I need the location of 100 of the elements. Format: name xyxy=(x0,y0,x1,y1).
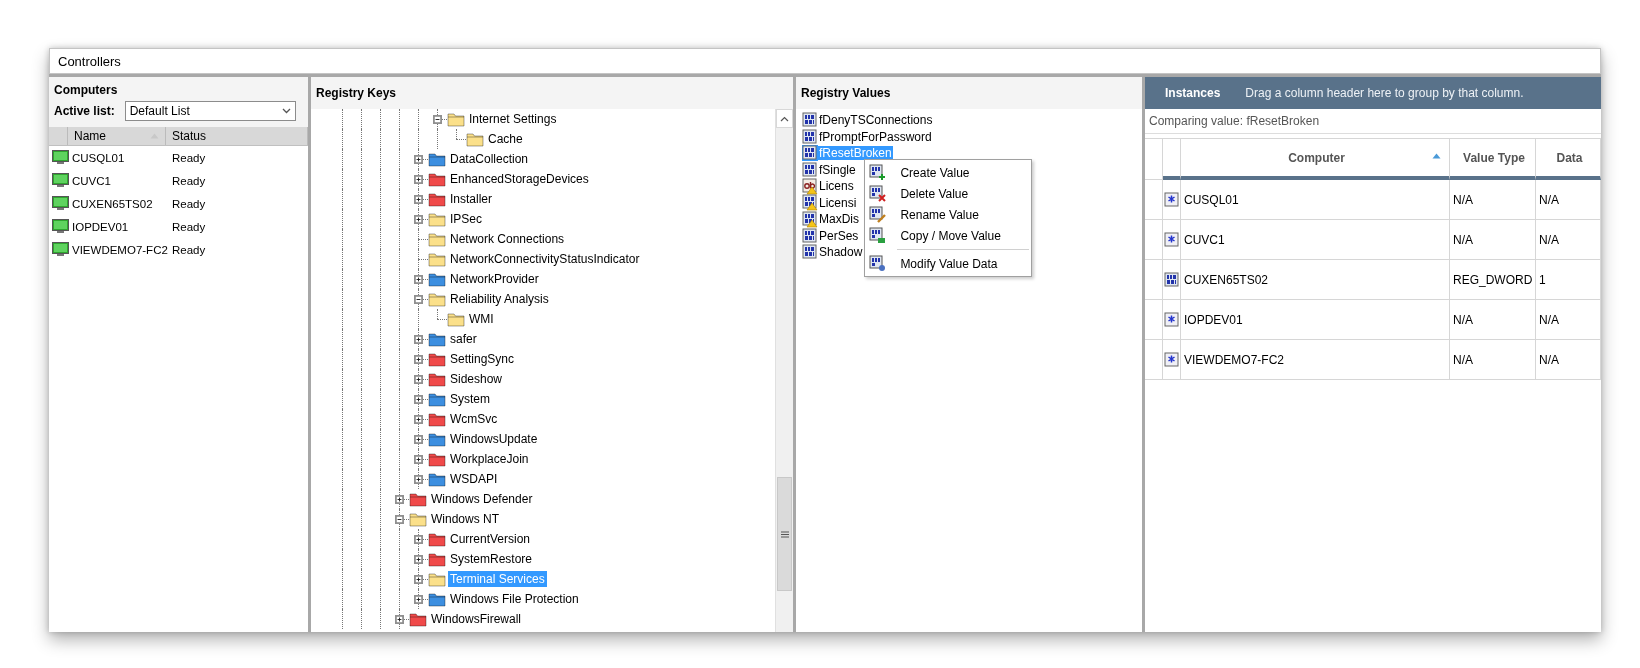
tree-item[interactable]: Cache xyxy=(486,131,525,147)
collapse-button[interactable] xyxy=(414,295,423,304)
binary-value-icon xyxy=(802,227,818,244)
tree-item[interactable]: Windows File Protection xyxy=(448,591,581,607)
menu-item[interactable]: Create Value xyxy=(865,162,1032,183)
table-cell: Ready xyxy=(172,151,206,164)
table-cell: REG_DWORD xyxy=(1453,272,1533,287)
tree-item[interactable]: WindowsUpdate xyxy=(448,431,540,447)
collapse-button[interactable] xyxy=(433,115,442,124)
dropdown[interactable]: Default List xyxy=(124,101,296,121)
table-cell-text: VIEWDEMO7-FC2 xyxy=(71,243,169,256)
monitor-icon xyxy=(52,150,69,165)
tree-item[interactable]: WorkplaceJoin xyxy=(448,451,531,467)
tree-item[interactable]: WcmSvc xyxy=(448,411,500,427)
table-cell: CUXEN65TS02 xyxy=(1184,272,1269,287)
table-cell: CUSQL01 xyxy=(1184,192,1239,207)
menu-item[interactable]: Copy / Move Value xyxy=(865,225,1032,246)
expand-button[interactable] xyxy=(414,535,423,544)
scrollbar-thumb[interactable] xyxy=(777,477,792,591)
tree-item[interactable]: safer xyxy=(448,331,479,347)
tree-item[interactable]: Network Connections xyxy=(448,231,567,247)
binary-value-icon xyxy=(1163,271,1180,288)
comparing-label: Comparing value: fResetBroken xyxy=(1145,109,1601,134)
tree-item[interactable]: System xyxy=(448,391,492,407)
menu-item[interactable]: Rename Value xyxy=(865,204,1032,225)
expand-button[interactable] xyxy=(414,435,423,444)
expand-button[interactable] xyxy=(414,595,423,604)
collapse-button[interactable] xyxy=(395,515,404,524)
star-document-icon xyxy=(1163,311,1180,328)
tree-item[interactable]: Windows Defender xyxy=(429,491,535,507)
tree-item[interactable]: WSDAPI xyxy=(448,471,500,487)
expand-button[interactable] xyxy=(395,615,404,624)
table-cell: N/A xyxy=(1539,312,1559,327)
table-cell: N/A xyxy=(1539,192,1559,207)
expand-button[interactable] xyxy=(414,275,423,284)
tree-item[interactable]: EnhancedStorageDevices xyxy=(448,171,591,187)
expand-button[interactable] xyxy=(414,355,423,364)
expand-button[interactable] xyxy=(414,575,423,584)
menu-item[interactable]: Delete Value xyxy=(865,183,1032,204)
table-cell: IOPDEV01 xyxy=(1184,312,1243,327)
expand-button[interactable] xyxy=(414,155,423,164)
star-document-icon xyxy=(1163,191,1180,208)
column-header[interactable] xyxy=(1163,139,1181,180)
table-cell: Ready xyxy=(172,243,206,256)
expand-button[interactable] xyxy=(414,375,423,384)
tree-item[interactable]: NetworkProvider xyxy=(448,271,541,287)
tree-item[interactable]: Sideshow xyxy=(448,371,505,387)
list-item[interactable]: fSingle xyxy=(818,162,857,177)
tree-item[interactable]: IPSec xyxy=(448,211,484,227)
tree-item[interactable]: WindowsFirewall xyxy=(429,611,524,627)
tree-item[interactable]: CurrentVersion xyxy=(448,531,533,547)
monitor-icon xyxy=(52,196,69,211)
tree-item[interactable]: SettingSync xyxy=(448,351,517,367)
expand-button[interactable] xyxy=(414,175,423,184)
column-header[interactable]: Computer xyxy=(1181,139,1450,180)
caret-icon xyxy=(780,115,789,122)
tree-item[interactable]: DataCollection xyxy=(448,151,531,167)
list-item[interactable]: Shadow xyxy=(818,245,864,260)
caret-icon xyxy=(281,108,291,114)
table-cell: N/A xyxy=(1453,192,1473,207)
tree-item[interactable]: Reliability Analysis xyxy=(448,291,551,307)
list-item[interactable]: MaxDis xyxy=(818,212,860,227)
tree-item[interactable]: Windows NT xyxy=(429,511,501,527)
table-cell-text: CUXEN65TS02 xyxy=(71,197,154,210)
tree-item[interactable]: Installer xyxy=(448,191,495,207)
expand-button[interactable] xyxy=(414,475,423,484)
tree-item[interactable]: Internet Settings xyxy=(467,111,559,127)
binary-value-icon xyxy=(802,128,818,145)
list-item[interactable]: PerSes xyxy=(818,228,860,243)
scroll-up-button[interactable] xyxy=(776,109,793,128)
panel-title: Instances xyxy=(1165,86,1221,100)
tree-item[interactable]: SystemRestore xyxy=(448,551,535,567)
expand-button[interactable] xyxy=(414,415,423,424)
star-document-icon xyxy=(1163,231,1180,248)
column-header[interactable]: Data xyxy=(1536,139,1601,180)
tree-item[interactable]: WMI xyxy=(467,311,496,327)
list-item[interactable]: Licens xyxy=(818,179,855,194)
column-header[interactable]: Status xyxy=(166,127,308,145)
panel-title: Registry Keys xyxy=(316,86,397,100)
list-item[interactable]: Licensi xyxy=(818,195,858,210)
expand-button[interactable] xyxy=(414,395,423,404)
column-header[interactable]: Name xyxy=(68,127,166,145)
list-item[interactable]: fPromptForPassword xyxy=(818,129,933,144)
expand-button[interactable] xyxy=(414,555,423,564)
expand-button[interactable] xyxy=(414,455,423,464)
table-cell: Ready xyxy=(172,174,206,187)
tree-item[interactable]: NetworkConnectivityStatusIndicator xyxy=(448,251,642,267)
expand-button[interactable] xyxy=(414,215,423,224)
binary-value-icon xyxy=(802,145,818,162)
menu-item[interactable]: Modify Value Data xyxy=(865,253,1032,274)
column-header[interactable]: Value Type xyxy=(1450,139,1536,180)
group-hint: Drag a column header here to group by that column. xyxy=(1245,86,1524,100)
monitor-icon xyxy=(52,219,69,234)
expand-button[interactable] xyxy=(395,495,404,504)
table-cell-text: CUVC1 xyxy=(71,174,112,187)
expand-button[interactable] xyxy=(414,195,423,204)
list-item[interactable]: fDenyTSConnections xyxy=(818,113,934,128)
table-cell: 1 xyxy=(1539,272,1546,287)
menu-icon xyxy=(869,255,887,272)
expand-button[interactable] xyxy=(414,335,423,344)
